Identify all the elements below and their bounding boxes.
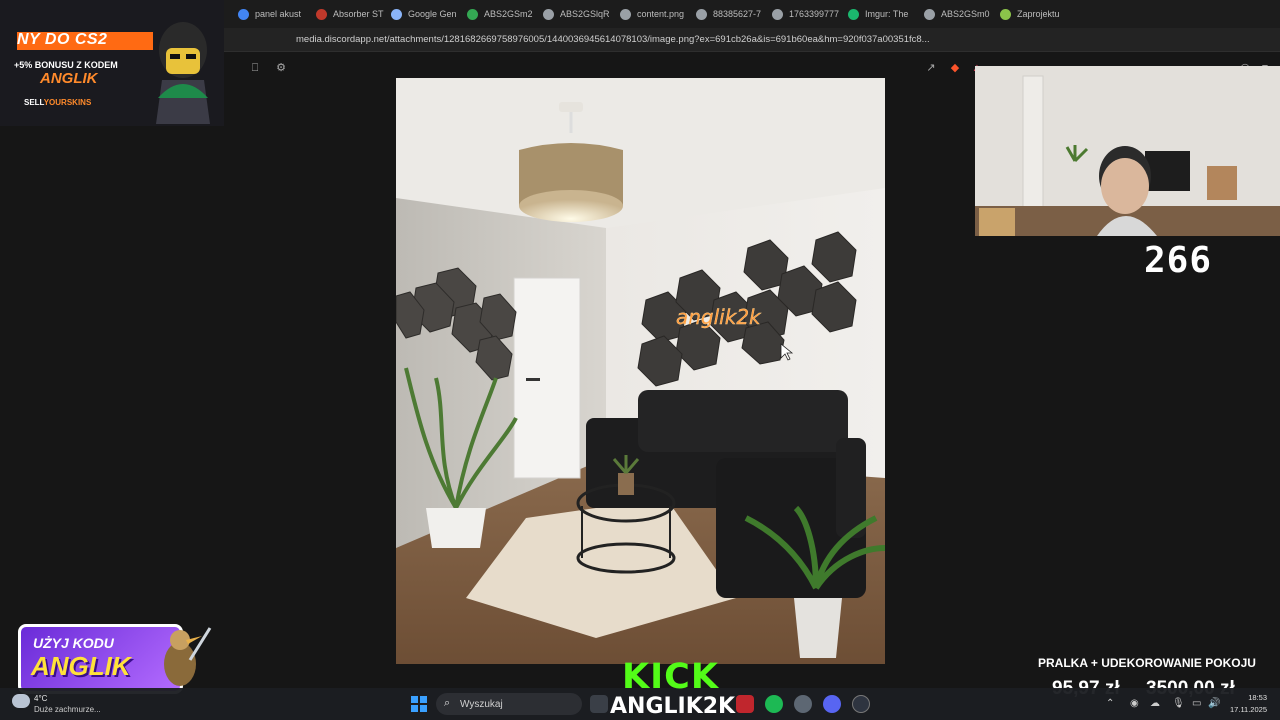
promo-brand: SELLYOURSKINS <box>24 98 91 107</box>
tab-favicon-icon <box>238 8 249 20</box>
promo-brand-b: YOURSKINS <box>43 98 92 107</box>
goal-title: PRALKA + UDEKOROWANIE POKOJU <box>1038 656 1256 670</box>
tab-label: panel akust <box>255 9 302 19</box>
clock-time[interactable]: 18:53 <box>1229 693 1267 702</box>
browser-tab[interactable]: ABS2GSm0 <box>924 4 994 24</box>
search-icon: ⌕ <box>444 697 451 709</box>
tab-favicon-icon <box>620 8 631 20</box>
tab-label: Zaprojektu <box>1017 9 1060 19</box>
tab-favicon-icon <box>391 8 402 20</box>
volume-icon[interactable]: 🔊 <box>1208 698 1220 709</box>
mic-icon[interactable]: 🎙 <box>1172 698 1185 709</box>
site-settings-icon[interactable]: ⚙ <box>274 61 288 75</box>
tab-label: content.png <box>637 9 685 19</box>
tab-favicon-icon <box>316 8 327 20</box>
spotify-icon[interactable] <box>765 695 783 713</box>
tab-label: ABS2GSm2 <box>484 9 533 19</box>
tab-label: Imgur: The <box>865 9 909 19</box>
search-placeholder: Wyszukaj <box>460 699 503 710</box>
browser-tab[interactable]: panel akust <box>238 4 308 24</box>
browser-tab[interactable]: 88385627-7 <box>696 4 766 24</box>
viewer-counter: 266 <box>1144 240 1213 281</box>
tray-chevron-icon[interactable]: ⌃ <box>1106 698 1114 709</box>
promo-banner: NY DO CS2 +5% BONUSU Z KODEM ANGLIK SELL… <box>0 0 224 126</box>
webcam-image <box>975 66 1280 236</box>
task-view-icon[interactable] <box>590 695 608 713</box>
taskbar-search[interactable]: ⌕ Wyszukaj <box>436 693 582 715</box>
tab-label: ABS2GSm0 <box>941 9 990 19</box>
tab-label: ABS2GSlqR <box>560 9 610 19</box>
brave-shield-icon[interactable]: ◆ <box>948 61 962 75</box>
weather-temp[interactable]: 4°C <box>34 694 47 703</box>
code-badge-line2: ANGLIK <box>31 651 131 681</box>
tab-favicon-icon <box>543 8 554 20</box>
browser-tab[interactable]: 1763399777 <box>772 4 842 24</box>
promo-brand-a: SELL <box>24 98 44 107</box>
app-icon[interactable] <box>736 695 754 713</box>
stream-screen: panel akust Absorber ST Google Gen ABS2GSm2… <box>0 0 1280 720</box>
promo-title: NY DO CS2 <box>17 31 108 48</box>
neon-sign: anglik2k <box>676 305 762 329</box>
network-icon[interactable]: ▭ <box>1192 698 1201 709</box>
tab-favicon-icon <box>1000 8 1011 20</box>
tab-favicon-icon <box>467 8 478 20</box>
start-icon[interactable] <box>411 696 427 712</box>
tab-label: 88385627-7 <box>713 9 762 19</box>
tab-favicon-icon <box>924 8 935 20</box>
share-icon[interactable]: ↗ <box>924 61 938 75</box>
promo-code: ANGLIK <box>40 70 98 87</box>
room-photo: anglik2k <box>396 78 885 664</box>
browser-tab[interactable]: content.png <box>620 4 690 24</box>
discord-icon[interactable] <box>823 695 841 713</box>
weather-desc[interactable]: Duże zachmurze... <box>34 705 101 714</box>
browser-tab[interactable]: ABS2GSm2 <box>467 4 537 24</box>
browser-tab[interactable]: Absorber ST <box>316 4 386 24</box>
app-icon-2[interactable] <box>852 695 870 713</box>
browser-tab[interactable]: ABS2GSlqR <box>543 4 613 24</box>
tab-favicon-icon <box>696 8 707 20</box>
kick-channel-name: ANGLIK2K <box>610 694 736 719</box>
tab-favicon-icon <box>848 8 859 20</box>
settings-icon[interactable] <box>794 695 812 713</box>
onedrive-icon[interactable]: ☁ <box>1150 698 1160 709</box>
mascot-illustration <box>156 22 210 124</box>
cloud-icon[interactable] <box>12 694 30 708</box>
url-text[interactable]: media.discordapp.net/attachments/1281682… <box>296 34 930 45</box>
tab-label: Absorber ST <box>333 9 384 19</box>
browser-tab[interactable]: Imgur: The <box>848 4 918 24</box>
promo-subtitle: +5% BONUSU Z KODEM <box>14 60 118 70</box>
room-photo-image: anglik2k <box>396 78 885 664</box>
tab-label: Google Gen <box>408 9 457 19</box>
code-badge-line1: UŻYJ KODU <box>33 635 114 651</box>
browser-tab[interactable]: Zaprojektu <box>1000 4 1070 24</box>
browser-tab[interactable]: Google Gen <box>391 4 461 24</box>
tray-app-icon[interactable]: ◉ <box>1130 698 1139 709</box>
clock-date[interactable]: 17.11.2025 <box>1220 705 1267 714</box>
tab-label: 1763399777 <box>789 9 840 19</box>
kick-logo: KICK <box>622 657 719 697</box>
tab-favicon-icon <box>772 8 783 20</box>
bookmark-icon[interactable]: ⎕ <box>248 61 262 75</box>
webcam-feed <box>975 66 1280 236</box>
